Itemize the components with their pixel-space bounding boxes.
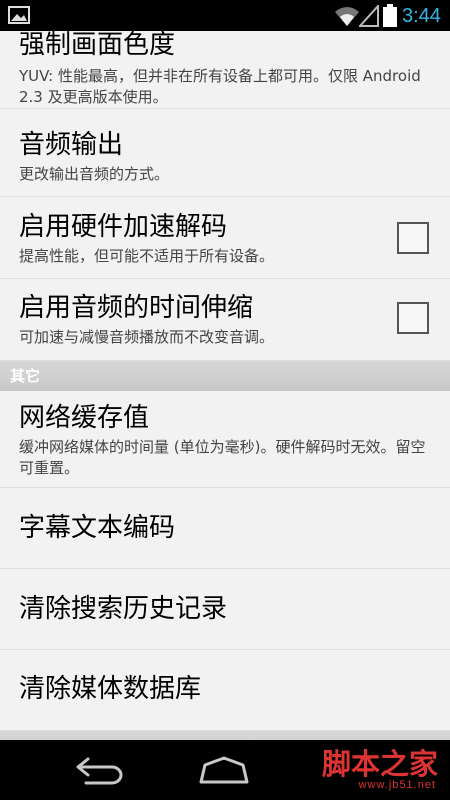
preferences-list[interactable]: 强制画面色度 YUV: 性能最高，但并非在所有设备上都可用。仅限 Android… [0,31,450,740]
gallery-icon [8,6,30,24]
time-stretch-checkbox[interactable] [397,302,429,334]
pref-audio-output-summary: 更改输出音频的方式。 [19,165,170,183]
pref-hardware-decoding-title: 启用硬件加速解码 [19,212,228,242]
pref-force-chroma[interactable]: 强制画面色度 YUV: 性能最高，但并非在所有设备上都可用。仅限 Android… [0,31,450,109]
pref-audio-output[interactable]: 音频输出 更改输出音频的方式。 [0,109,450,197]
battery-icon [383,4,397,27]
pref-subtitle-encoding[interactable]: 字幕文本编码 [0,488,450,569]
pref-time-stretch-title: 启用音频的时间伸缩 [19,293,254,323]
navigation-bar: 脚本之家 www.jb51.net [0,740,450,800]
watermark-title: 脚本之家 [321,747,438,781]
site-watermark: 脚本之家 www.jb51.net [310,748,438,793]
back-icon[interactable] [72,756,128,786]
wifi-icon [335,7,359,26]
pref-clear-search-history[interactable]: 清除搜索历史记录 [0,569,450,650]
pref-clear-media-db-title: 清除媒体数据库 [19,674,202,704]
pref-clear-search-history-title: 清除搜索历史记录 [19,594,228,624]
pref-clear-media-db[interactable]: 清除媒体数据库 [0,650,450,731]
hardware-decoding-checkbox[interactable] [397,222,429,254]
pref-network-cache-summary: 缓冲网络媒体的时间量 (单位为毫秒)。硬件解码时无效。留空可重置。 [19,438,426,477]
pref-time-stretch[interactable]: 启用音频的时间伸缩 可加速与减慢音频播放而不改变音调。 [0,279,450,361]
section-header-next [0,731,450,740]
section-header-other: 其它 [0,361,450,391]
pref-force-chroma-title: 强制画面色度 [19,31,176,60]
pref-subtitle-encoding-title: 字幕文本编码 [19,513,176,543]
pref-force-chroma-summary: YUV: 性能最高，但并非在所有设备上都可用。仅限 Android 2.3 及更… [19,67,421,106]
watermark-url: www.jb51.net [358,779,436,791]
home-icon[interactable] [197,755,251,785]
pref-time-stretch-summary: 可加速与减慢音频播放而不改变音调。 [19,328,275,346]
pref-hardware-decoding[interactable]: 启用硬件加速解码 提高性能，但可能不适用于所有设备。 [0,197,450,279]
section-title-other: 其它 [10,367,41,385]
pref-hardware-decoding-summary: 提高性能，但可能不适用于所有设备。 [19,247,275,265]
signal-icon [359,5,379,27]
pref-network-cache[interactable]: 网络缓存值 缓冲网络媒体的时间量 (单位为毫秒)。硬件解码时无效。留空可重置。 [0,391,450,488]
pref-network-cache-title: 网络缓存值 [19,403,150,433]
status-bar: 3:44 [0,0,450,31]
pref-audio-output-title: 音频输出 [19,130,124,160]
status-time: 3:44 [402,5,441,27]
